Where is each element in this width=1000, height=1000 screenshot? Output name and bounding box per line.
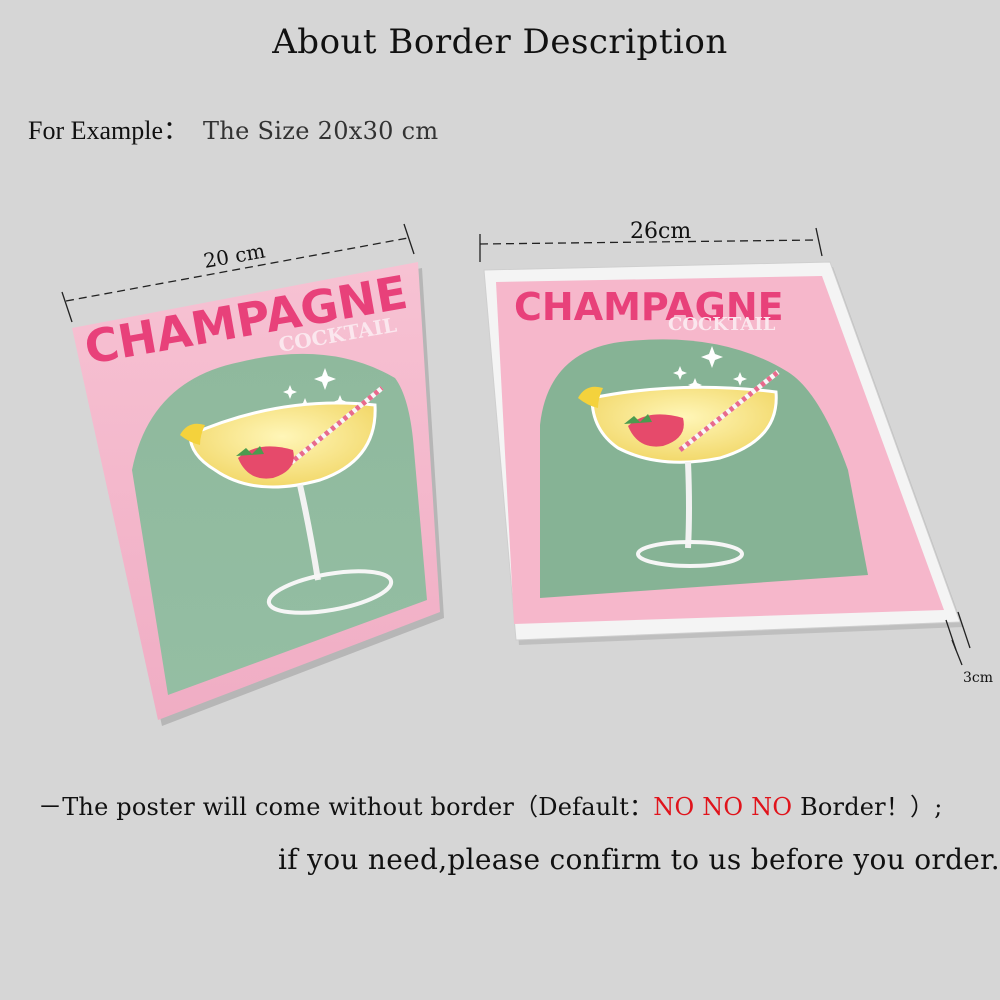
left-poster: CHAMPAGNE COCKTAIL [72, 262, 444, 726]
note-prefix: －The poster will come without border（Def… [38, 793, 654, 821]
dimension-left-label: 20 cm [202, 239, 267, 273]
right-poster-subtitle: COCKTAIL [668, 314, 776, 335]
no-warning-1: NO [653, 793, 695, 821]
note-suffix: Border！）; [800, 793, 943, 821]
confirm-note: if you need,please confirm to us before … [278, 843, 1000, 876]
dimension-right-label: 26cm [630, 219, 691, 244]
right-poster: CHAMPAGNE COCKTAIL [483, 261, 963, 645]
no-warning-2: NO [702, 793, 744, 821]
no-warning-3: NO [751, 793, 793, 821]
border-note: －The poster will come without border（Def… [38, 787, 943, 822]
dimension-border-label: 3cm [963, 670, 993, 686]
